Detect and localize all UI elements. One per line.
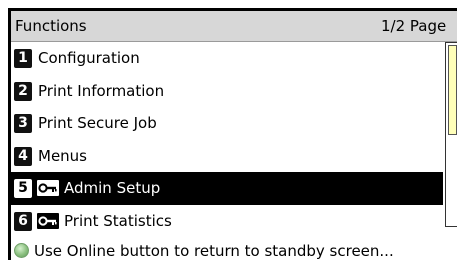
scrollbar-thumb[interactable] bbox=[448, 45, 457, 135]
number-badge: 2 bbox=[14, 81, 32, 101]
online-led-icon bbox=[14, 243, 29, 258]
function-screen: Functions 1/2 Page 1 Configuration 2 Pri… bbox=[8, 8, 457, 260]
menu-item-label: Print Information bbox=[38, 81, 165, 100]
page-indicator: 1/2 Page bbox=[381, 17, 447, 35]
number-badge: 5 bbox=[14, 179, 32, 198]
page-title: Functions bbox=[15, 17, 87, 35]
menu-item-menus[interactable]: 4 Menus bbox=[11, 140, 443, 173]
menu-item-label: Print Statistics bbox=[64, 211, 172, 230]
menu-item-label: Print Secure Job bbox=[38, 114, 157, 132]
menu-item-label: Menus bbox=[38, 146, 87, 165]
menu-item-label: Configuration bbox=[38, 49, 140, 67]
number-badge: 6 bbox=[14, 211, 32, 231]
key-icon bbox=[37, 212, 59, 229]
menu-item-label: Admin Setup bbox=[64, 179, 161, 197]
menu-list: 1 Configuration 2 Print Information 3 Pr… bbox=[11, 42, 443, 237]
number-badge: 1 bbox=[14, 49, 32, 68]
header-bar: Functions 1/2 Page bbox=[11, 11, 457, 42]
number-badge: 3 bbox=[14, 114, 32, 133]
menu-item-admin-setup[interactable]: 5 Admin Setup bbox=[11, 172, 443, 205]
key-icon bbox=[37, 180, 59, 196]
status-footer: Use Online button to return to standby s… bbox=[11, 239, 457, 260]
menu-item-print-statistics[interactable]: 6 Print Statistics bbox=[11, 205, 443, 238]
menu-item-print-secure-job[interactable]: 3 Print Secure Job bbox=[11, 107, 443, 140]
menu-item-print-information[interactable]: 2 Print Information bbox=[11, 75, 443, 108]
scrollbar[interactable] bbox=[445, 42, 457, 227]
number-badge: 4 bbox=[14, 146, 32, 166]
status-message: Use Online button to return to standby s… bbox=[34, 242, 394, 260]
menu-item-configuration[interactable]: 1 Configuration bbox=[11, 42, 443, 75]
